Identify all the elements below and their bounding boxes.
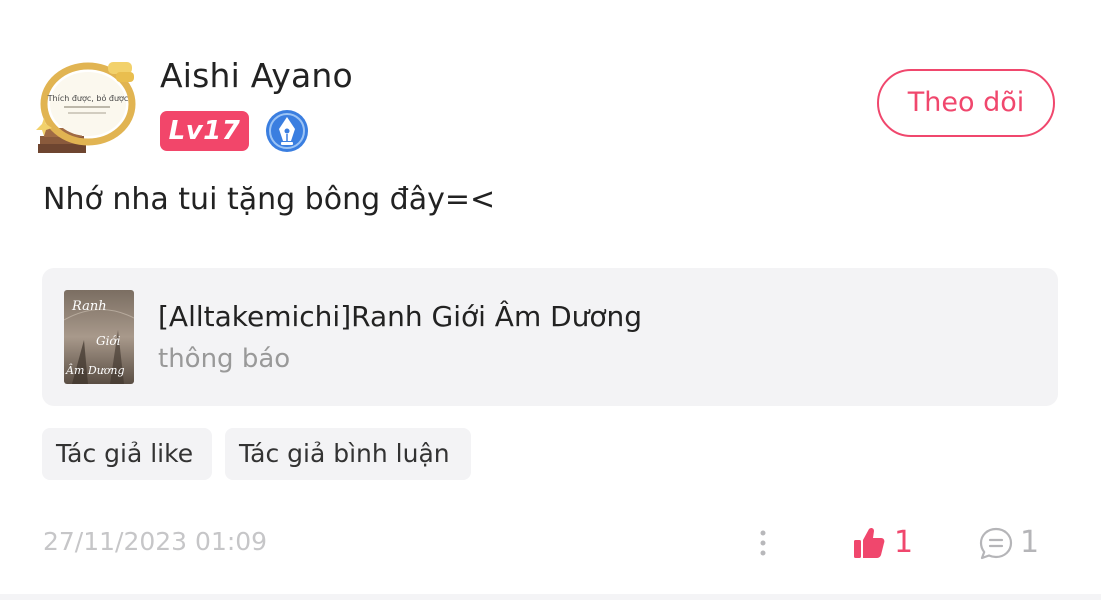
avatar[interactable]: Thích được, bỏ được (34, 58, 138, 158)
author-name[interactable]: Aishi Ayano (160, 56, 353, 95)
post-card: Thích được, bỏ được Aishi Ayano Lv17 The… (0, 0, 1101, 600)
post-text: Nhớ nha tui tặng bông đây=< (43, 182, 496, 217)
fountain-pen-icon (264, 108, 310, 154)
tag-author-comment: Tác giả bình luận (225, 428, 471, 480)
story-title: [Alltakemichi]Ranh Giới Âm Dương (158, 300, 643, 333)
cover-text-3: Âm Dương (65, 363, 125, 377)
story-cover-image: Ranh Giới Âm Dương (64, 290, 134, 384)
story-subtitle: thông báo (158, 344, 291, 374)
vertical-dots-icon[interactable] (752, 526, 774, 560)
divider (0, 594, 1101, 600)
avatar-caption: Thích được, bỏ được (47, 93, 129, 103)
comment-count: 1 (1020, 525, 1040, 560)
follow-button[interactable]: Theo dõi (877, 69, 1055, 137)
like-count: 1 (894, 525, 914, 560)
tag-author-like: Tác giả like (42, 428, 212, 480)
cover-text-1: Ranh (71, 299, 107, 314)
post-timestamp: 27/11/2023 01:09 (43, 527, 268, 556)
cover-text-2: Giới (96, 334, 121, 348)
level-badge: Lv17 (160, 111, 249, 151)
thumbs-up-icon (852, 526, 886, 560)
story-link-card[interactable]: Ranh Giới Âm Dương [Alltakemichi]Ranh Gi… (42, 268, 1058, 406)
comment-bubble-icon (978, 526, 1014, 562)
